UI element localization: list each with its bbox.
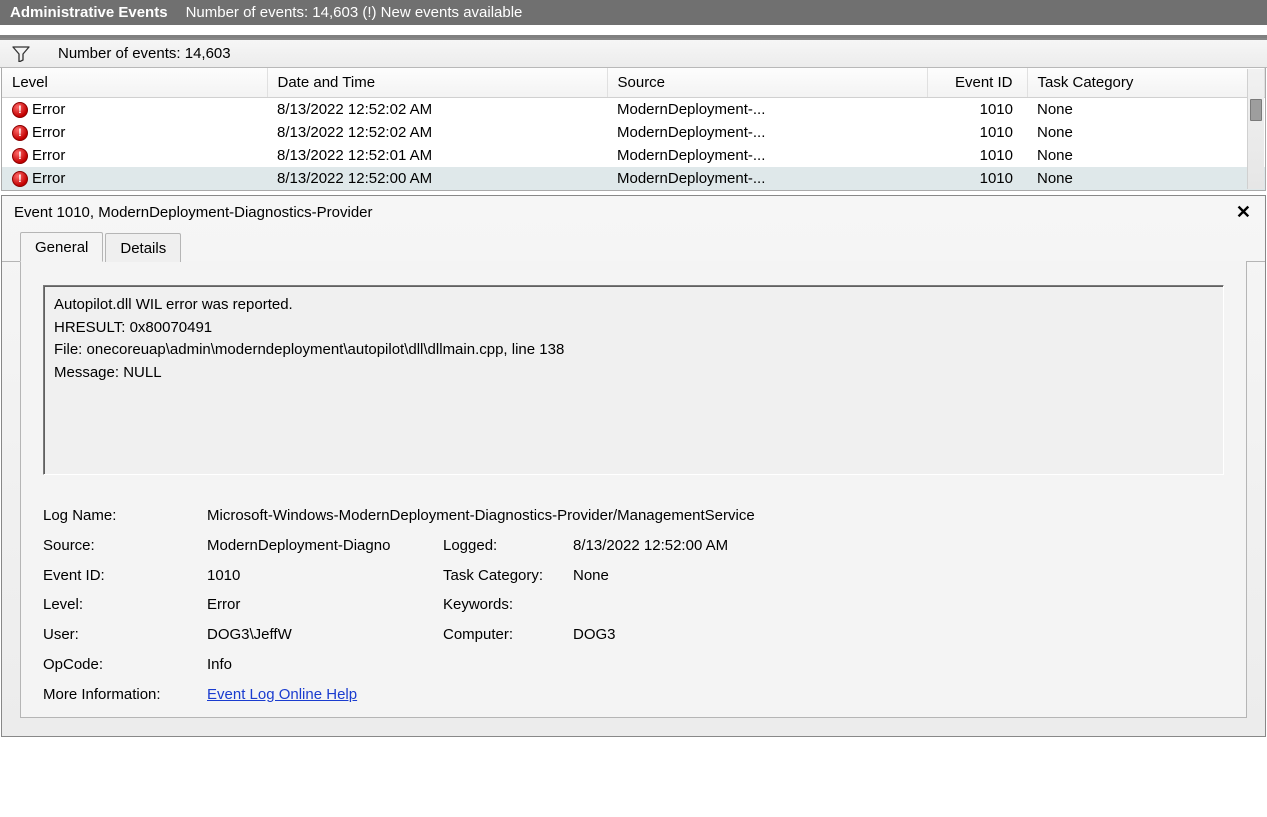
close-icon[interactable]: ✕ bbox=[1232, 202, 1255, 223]
filter-toolbar: Number of events: 14,603 bbox=[0, 38, 1267, 68]
level-cell: Error bbox=[32, 124, 65, 141]
source-cell: ModernDeployment-... bbox=[607, 121, 927, 144]
datetime-cell: 8/13/2022 12:52:02 AM bbox=[267, 98, 607, 122]
error-icon: ! bbox=[12, 171, 28, 187]
taskcat-label: Task Category: bbox=[443, 565, 573, 587]
column-header-eventid[interactable]: Event ID bbox=[927, 68, 1027, 98]
view-subtitle: Number of events: 14,603 (!) New events … bbox=[186, 4, 523, 21]
opcode-value: Info bbox=[207, 654, 1224, 676]
log-name-label: Log Name: bbox=[43, 505, 207, 527]
level-cell: Error bbox=[32, 147, 65, 164]
detail-pane-title: Event 1010, ModernDeployment-Diagnostics… bbox=[14, 204, 373, 221]
datetime-cell: 8/13/2022 12:52:02 AM bbox=[267, 121, 607, 144]
taskcategory-cell: None bbox=[1027, 121, 1265, 144]
level-label: Level: bbox=[43, 594, 207, 616]
table-row[interactable]: !Error 8/13/2022 12:52:02 AMModernDeploym… bbox=[2, 98, 1265, 122]
eventid-cell: 1010 bbox=[927, 144, 1027, 167]
computer-label: Computer: bbox=[443, 624, 573, 646]
table-row[interactable]: !Error 8/13/2022 12:52:02 AMModernDeploym… bbox=[2, 121, 1265, 144]
eventid-cell: 1010 bbox=[927, 167, 1027, 190]
table-row[interactable]: !Error 8/13/2022 12:52:01 AMModernDeploym… bbox=[2, 144, 1265, 167]
eventid-cell: 1010 bbox=[927, 98, 1027, 122]
tab-details[interactable]: Details bbox=[105, 233, 181, 262]
level-value: Error bbox=[207, 594, 443, 616]
source-cell: ModernDeployment-... bbox=[607, 144, 927, 167]
eventid-cell: 1010 bbox=[927, 121, 1027, 144]
grid-scrollbar[interactable] bbox=[1247, 69, 1264, 189]
table-row[interactable]: !Error 8/13/2022 12:52:00 AMModernDeploym… bbox=[2, 167, 1265, 190]
detail-tabstrip: General Details bbox=[2, 231, 1265, 262]
keywords-label: Keywords: bbox=[443, 594, 573, 616]
user-label: User: bbox=[43, 624, 207, 646]
logged-label: Logged: bbox=[443, 535, 573, 557]
source-value: ModernDeployment-Diagno bbox=[207, 535, 443, 557]
event-grid: Level Date and Time Source Event ID Task… bbox=[1, 68, 1266, 191]
eventid-value: 1010 bbox=[207, 565, 443, 587]
moreinfo-label: More Information: bbox=[43, 684, 207, 706]
taskcategory-cell: None bbox=[1027, 144, 1265, 167]
event-detail-pane: Event 1010, ModernDeployment-Diagnostics… bbox=[1, 195, 1266, 737]
log-name-value: Microsoft-Windows-ModernDeployment-Diagn… bbox=[207, 505, 1224, 527]
tab-panel-general: Autopilot.dll WIL error was reported. HR… bbox=[20, 261, 1247, 718]
logged-value: 8/13/2022 12:52:00 AM bbox=[573, 535, 1224, 557]
filter-icon[interactable] bbox=[12, 46, 30, 62]
user-value: DOG3\JeffW bbox=[207, 624, 443, 646]
eventid-label: Event ID: bbox=[43, 565, 207, 587]
error-icon: ! bbox=[12, 148, 28, 164]
column-header-datetime[interactable]: Date and Time bbox=[267, 68, 607, 98]
event-count-label: Number of events: 14,603 bbox=[58, 45, 231, 62]
event-properties: Log Name: Microsoft-Windows-ModernDeploy… bbox=[43, 505, 1224, 705]
event-message[interactable]: Autopilot.dll WIL error was reported. HR… bbox=[43, 285, 1224, 475]
taskcat-value: None bbox=[573, 565, 1224, 587]
level-cell: Error bbox=[32, 170, 65, 187]
scrollbar-thumb[interactable] bbox=[1250, 99, 1262, 121]
tab-general[interactable]: General bbox=[20, 232, 103, 262]
keywords-value bbox=[573, 594, 1224, 616]
column-header-taskcategory[interactable]: Task Category bbox=[1027, 68, 1265, 98]
taskcategory-cell: None bbox=[1027, 98, 1265, 122]
more-info-link[interactable]: Event Log Online Help bbox=[207, 686, 357, 703]
level-cell: Error bbox=[32, 101, 65, 118]
datetime-cell: 8/13/2022 12:52:00 AM bbox=[267, 167, 607, 190]
opcode-label: OpCode: bbox=[43, 654, 207, 676]
computer-value: DOG3 bbox=[573, 624, 1224, 646]
error-icon: ! bbox=[12, 125, 28, 141]
window-titlebar: Administrative Events Number of events: … bbox=[0, 0, 1267, 25]
view-title: Administrative Events bbox=[10, 4, 168, 21]
datetime-cell: 8/13/2022 12:52:01 AM bbox=[267, 144, 607, 167]
grid-header-row: Level Date and Time Source Event ID Task… bbox=[2, 68, 1265, 98]
taskcategory-cell: None bbox=[1027, 167, 1265, 190]
error-icon: ! bbox=[12, 102, 28, 118]
column-header-level[interactable]: Level bbox=[2, 68, 267, 98]
source-label: Source: bbox=[43, 535, 207, 557]
source-cell: ModernDeployment-... bbox=[607, 167, 927, 190]
column-header-source[interactable]: Source bbox=[607, 68, 927, 98]
source-cell: ModernDeployment-... bbox=[607, 98, 927, 122]
